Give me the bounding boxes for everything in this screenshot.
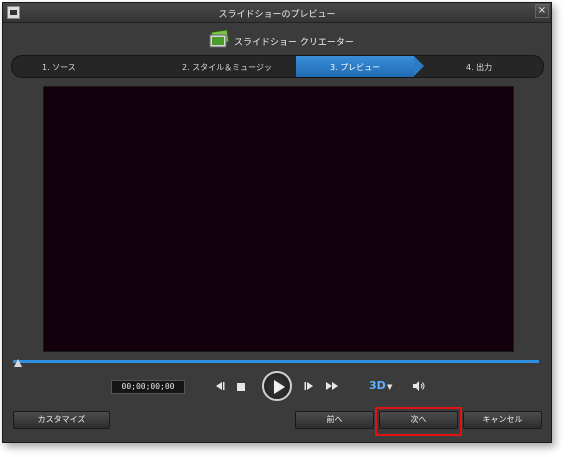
seek-bar[interactable] bbox=[13, 360, 539, 363]
creator-header: スライドショー クリエーター bbox=[3, 24, 551, 54]
timecode-display: 00;00;00;00 bbox=[111, 380, 185, 394]
wizard-steps: 1. ソース 2. スタイル＆ミュージッ 3. プレビュー 4. 出力 bbox=[11, 55, 544, 78]
next-button-highlight bbox=[375, 407, 462, 436]
back-button[interactable]: 前へ bbox=[295, 411, 374, 429]
next-frame-icon[interactable] bbox=[304, 381, 314, 391]
title-bar: スライドショーのプレビュー × bbox=[3, 3, 551, 23]
playback-controls: 00;00;00;00 3D ▼ bbox=[3, 367, 551, 407]
volume-icon[interactable] bbox=[413, 381, 425, 391]
stop-button[interactable] bbox=[237, 383, 245, 391]
creator-title: スライドショー クリエーター bbox=[234, 38, 354, 48]
customize-button[interactable]: カスタマイズ bbox=[13, 411, 110, 429]
3d-mode-button[interactable]: 3D bbox=[369, 379, 386, 392]
window-title: スライドショーのプレビュー bbox=[218, 10, 336, 20]
3d-dropdown-icon[interactable]: ▼ bbox=[387, 383, 392, 391]
preview-screen bbox=[43, 86, 514, 352]
cancel-button[interactable]: キャンセル bbox=[463, 411, 542, 429]
slideshow-creator-icon bbox=[209, 29, 230, 48]
slideshow-preview-window: スライドショーのプレビュー × スライドショー クリエーター 1. ソース 2.… bbox=[2, 2, 552, 443]
play-button[interactable] bbox=[262, 371, 292, 401]
previous-frame-icon[interactable] bbox=[215, 381, 225, 391]
step-style-music[interactable]: 2. スタイル＆ミュージッ bbox=[182, 62, 272, 73]
step-preview[interactable]: 3. プレビュー bbox=[296, 56, 424, 77]
step-source[interactable]: 1. ソース bbox=[42, 62, 76, 73]
fast-forward-icon[interactable] bbox=[326, 381, 338, 391]
step-output[interactable]: 4. 出力 bbox=[466, 62, 492, 73]
step-preview-label: 3. プレビュー bbox=[330, 63, 381, 72]
seek-handle[interactable] bbox=[14, 359, 22, 367]
close-button[interactable]: × bbox=[535, 4, 549, 18]
